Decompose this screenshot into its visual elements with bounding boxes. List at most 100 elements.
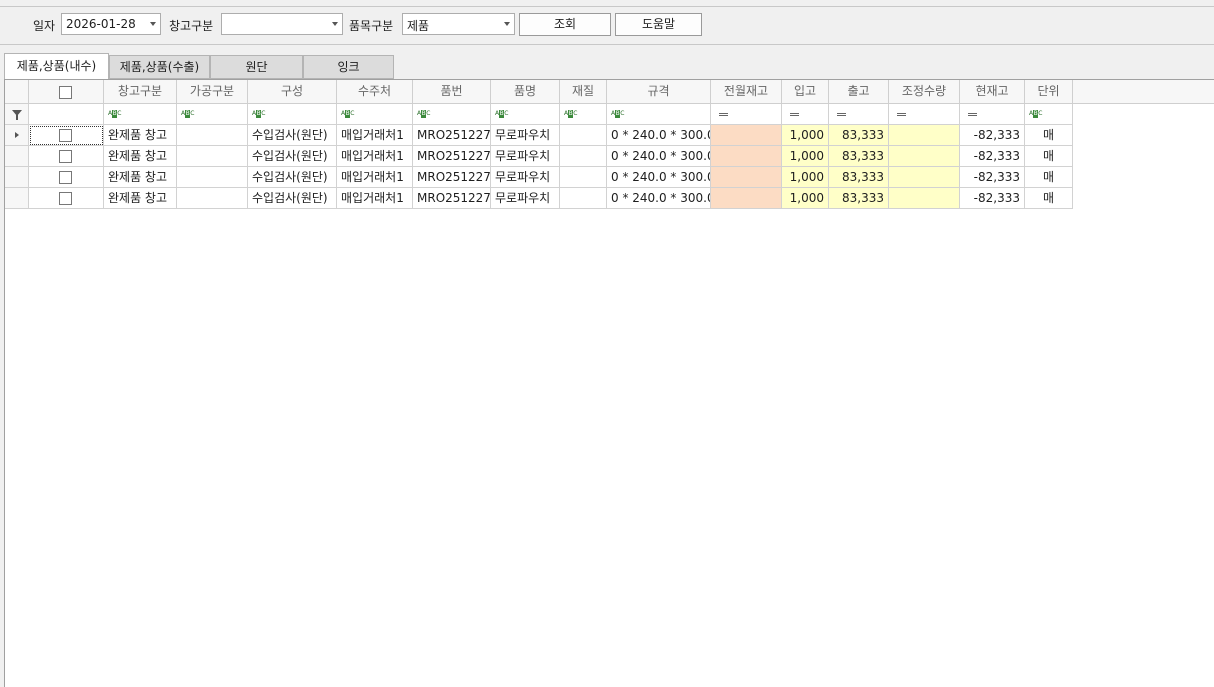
cell-customer[interactable]: 매입거래처1 bbox=[337, 167, 413, 188]
cell-adjust-qty[interactable] bbox=[889, 125, 960, 146]
equals-filter-icon[interactable] bbox=[968, 113, 977, 116]
chevron-down-icon[interactable] bbox=[150, 22, 156, 26]
cell-adjust-qty[interactable] bbox=[889, 188, 960, 209]
text-filter-icon[interactable]: ABC bbox=[1029, 110, 1042, 118]
row-checkbox[interactable] bbox=[59, 192, 72, 205]
chevron-down-icon[interactable] bbox=[504, 22, 510, 26]
column-header-unit[interactable]: 단위 bbox=[1025, 80, 1073, 104]
row-indicator[interactable] bbox=[5, 188, 29, 209]
column-header-composition[interactable]: 구성 bbox=[248, 80, 337, 104]
table-row[interactable]: 완제품 창고 수입검사(원단) 매입거래처1 MRO251227 무로파우치 0 * 24… bbox=[5, 125, 1073, 146]
cell-current-stock[interactable]: -82,333 bbox=[960, 146, 1025, 167]
text-filter-icon[interactable]: ABC bbox=[495, 110, 508, 118]
filter-cell-process-type[interactable]: ABC bbox=[177, 104, 248, 125]
filter-cell-outbound[interactable] bbox=[829, 104, 889, 125]
cell-process-type[interactable] bbox=[177, 146, 248, 167]
cell-prev-stock[interactable] bbox=[711, 146, 782, 167]
date-picker[interactable]: 2026-01-28 bbox=[61, 13, 161, 35]
cell-composition[interactable]: 수입검사(원단) bbox=[248, 125, 337, 146]
row-indicator[interactable] bbox=[5, 125, 29, 146]
help-button[interactable]: 도움말 bbox=[615, 13, 702, 36]
cell-composition[interactable]: 수입검사(원단) bbox=[248, 188, 337, 209]
cell-spec[interactable]: 0 * 240.0 * 300.0 bbox=[607, 188, 711, 209]
table-row[interactable]: 완제품 창고 수입검사(원단) 매입거래처1 MRO251227 무로파우치 0 * 24… bbox=[5, 167, 1073, 188]
filter-cell-spec[interactable]: ABC bbox=[607, 104, 711, 125]
text-filter-icon[interactable]: ABC bbox=[252, 110, 265, 118]
cell-unit[interactable]: 매 bbox=[1025, 146, 1073, 167]
text-filter-icon[interactable]: ABC bbox=[341, 110, 354, 118]
column-header-customer[interactable]: 수주처 bbox=[337, 80, 413, 104]
cell-inbound[interactable]: 1,000 bbox=[782, 125, 829, 146]
cell-composition[interactable]: 수입검사(원단) bbox=[248, 146, 337, 167]
cell-adjust-qty[interactable] bbox=[889, 146, 960, 167]
cell-warehouse[interactable]: 완제품 창고 bbox=[104, 125, 177, 146]
cell-process-type[interactable] bbox=[177, 125, 248, 146]
column-header-inbound[interactable]: 입고 bbox=[782, 80, 829, 104]
row-select-cell[interactable] bbox=[29, 167, 104, 188]
row-indicator[interactable] bbox=[5, 167, 29, 188]
cell-inbound[interactable]: 1,000 bbox=[782, 167, 829, 188]
column-header-process-type[interactable]: 가공구분 bbox=[177, 80, 248, 104]
filter-cell-unit[interactable]: ABC bbox=[1025, 104, 1073, 125]
row-select-cell[interactable] bbox=[29, 188, 104, 209]
cell-unit[interactable]: 매 bbox=[1025, 167, 1073, 188]
cell-item-code[interactable]: MRO251227 bbox=[413, 167, 491, 188]
cell-outbound[interactable]: 83,333 bbox=[829, 167, 889, 188]
cell-item-name[interactable]: 무로파우치 bbox=[491, 167, 560, 188]
equals-filter-icon[interactable] bbox=[790, 113, 799, 116]
column-header-material[interactable]: 재질 bbox=[560, 80, 607, 104]
column-header-adjust-qty[interactable]: 조정수량 bbox=[889, 80, 960, 104]
chevron-down-icon[interactable] bbox=[332, 22, 338, 26]
cell-item-name[interactable]: 무로파우치 bbox=[491, 188, 560, 209]
cell-item-code[interactable]: MRO251227 bbox=[413, 146, 491, 167]
filter-cell-current-stock[interactable] bbox=[960, 104, 1025, 125]
cell-customer[interactable]: 매입거래처1 bbox=[337, 125, 413, 146]
cell-composition[interactable]: 수입검사(원단) bbox=[248, 167, 337, 188]
cell-process-type[interactable] bbox=[177, 188, 248, 209]
column-header-current-stock[interactable]: 현재고 bbox=[960, 80, 1025, 104]
select-all-checkbox[interactable] bbox=[59, 85, 72, 99]
filter-cell-item-name[interactable]: ABC bbox=[491, 104, 560, 125]
cell-warehouse[interactable]: 완제품 창고 bbox=[104, 146, 177, 167]
row-checkbox[interactable] bbox=[59, 171, 72, 184]
cell-item-code[interactable]: MRO251227 bbox=[413, 125, 491, 146]
cell-adjust-qty[interactable] bbox=[889, 167, 960, 188]
cell-customer[interactable]: 매입거래처1 bbox=[337, 146, 413, 167]
cell-current-stock[interactable]: -82,333 bbox=[960, 167, 1025, 188]
row-indicator[interactable] bbox=[5, 146, 29, 167]
cell-customer[interactable]: 매입거래처1 bbox=[337, 188, 413, 209]
equals-filter-icon[interactable] bbox=[897, 113, 906, 116]
cell-prev-stock[interactable] bbox=[711, 125, 782, 146]
table-row[interactable]: 완제품 창고 수입검사(원단) 매입거래처1 MRO251227 무로파우치 0 * 24… bbox=[5, 146, 1073, 167]
cell-spec[interactable]: 0 * 240.0 * 300.0 bbox=[607, 125, 711, 146]
cell-current-stock[interactable]: -82,333 bbox=[960, 188, 1025, 209]
select-all-cell[interactable] bbox=[29, 80, 104, 104]
cell-material[interactable] bbox=[560, 125, 607, 146]
text-filter-icon[interactable]: ABC bbox=[108, 110, 121, 118]
filter-cell-prev-stock[interactable] bbox=[711, 104, 782, 125]
filter-cell-composition[interactable]: ABC bbox=[248, 104, 337, 125]
text-filter-icon[interactable]: ABC bbox=[611, 110, 624, 118]
text-filter-icon[interactable]: ABC bbox=[417, 110, 430, 118]
filter-cell-inbound[interactable] bbox=[782, 104, 829, 125]
filter-icon[interactable] bbox=[12, 110, 22, 120]
row-checkbox[interactable] bbox=[59, 150, 72, 163]
cell-material[interactable] bbox=[560, 188, 607, 209]
tab-product-domestic[interactable]: 제품,상품(내수) bbox=[4, 53, 109, 80]
cell-outbound[interactable]: 83,333 bbox=[829, 125, 889, 146]
cell-outbound[interactable]: 83,333 bbox=[829, 146, 889, 167]
row-checkbox[interactable] bbox=[59, 129, 72, 142]
cell-inbound[interactable]: 1,000 bbox=[782, 146, 829, 167]
cell-current-stock[interactable]: -82,333 bbox=[960, 125, 1025, 146]
filter-cell-adjust-qty[interactable] bbox=[889, 104, 960, 125]
cell-unit[interactable]: 매 bbox=[1025, 188, 1073, 209]
cell-process-type[interactable] bbox=[177, 167, 248, 188]
equals-filter-icon[interactable] bbox=[837, 113, 846, 116]
row-select-cell[interactable] bbox=[29, 125, 104, 146]
warehouse-select[interactable] bbox=[221, 13, 343, 35]
table-row[interactable]: 완제품 창고 수입검사(원단) 매입거래처1 MRO251227 무로파우치 0 * 24… bbox=[5, 188, 1073, 209]
item-type-select[interactable]: 제품 bbox=[402, 13, 515, 35]
cell-outbound[interactable]: 83,333 bbox=[829, 188, 889, 209]
filter-cell-warehouse[interactable]: ABC bbox=[104, 104, 177, 125]
filter-indicator[interactable] bbox=[5, 104, 29, 125]
